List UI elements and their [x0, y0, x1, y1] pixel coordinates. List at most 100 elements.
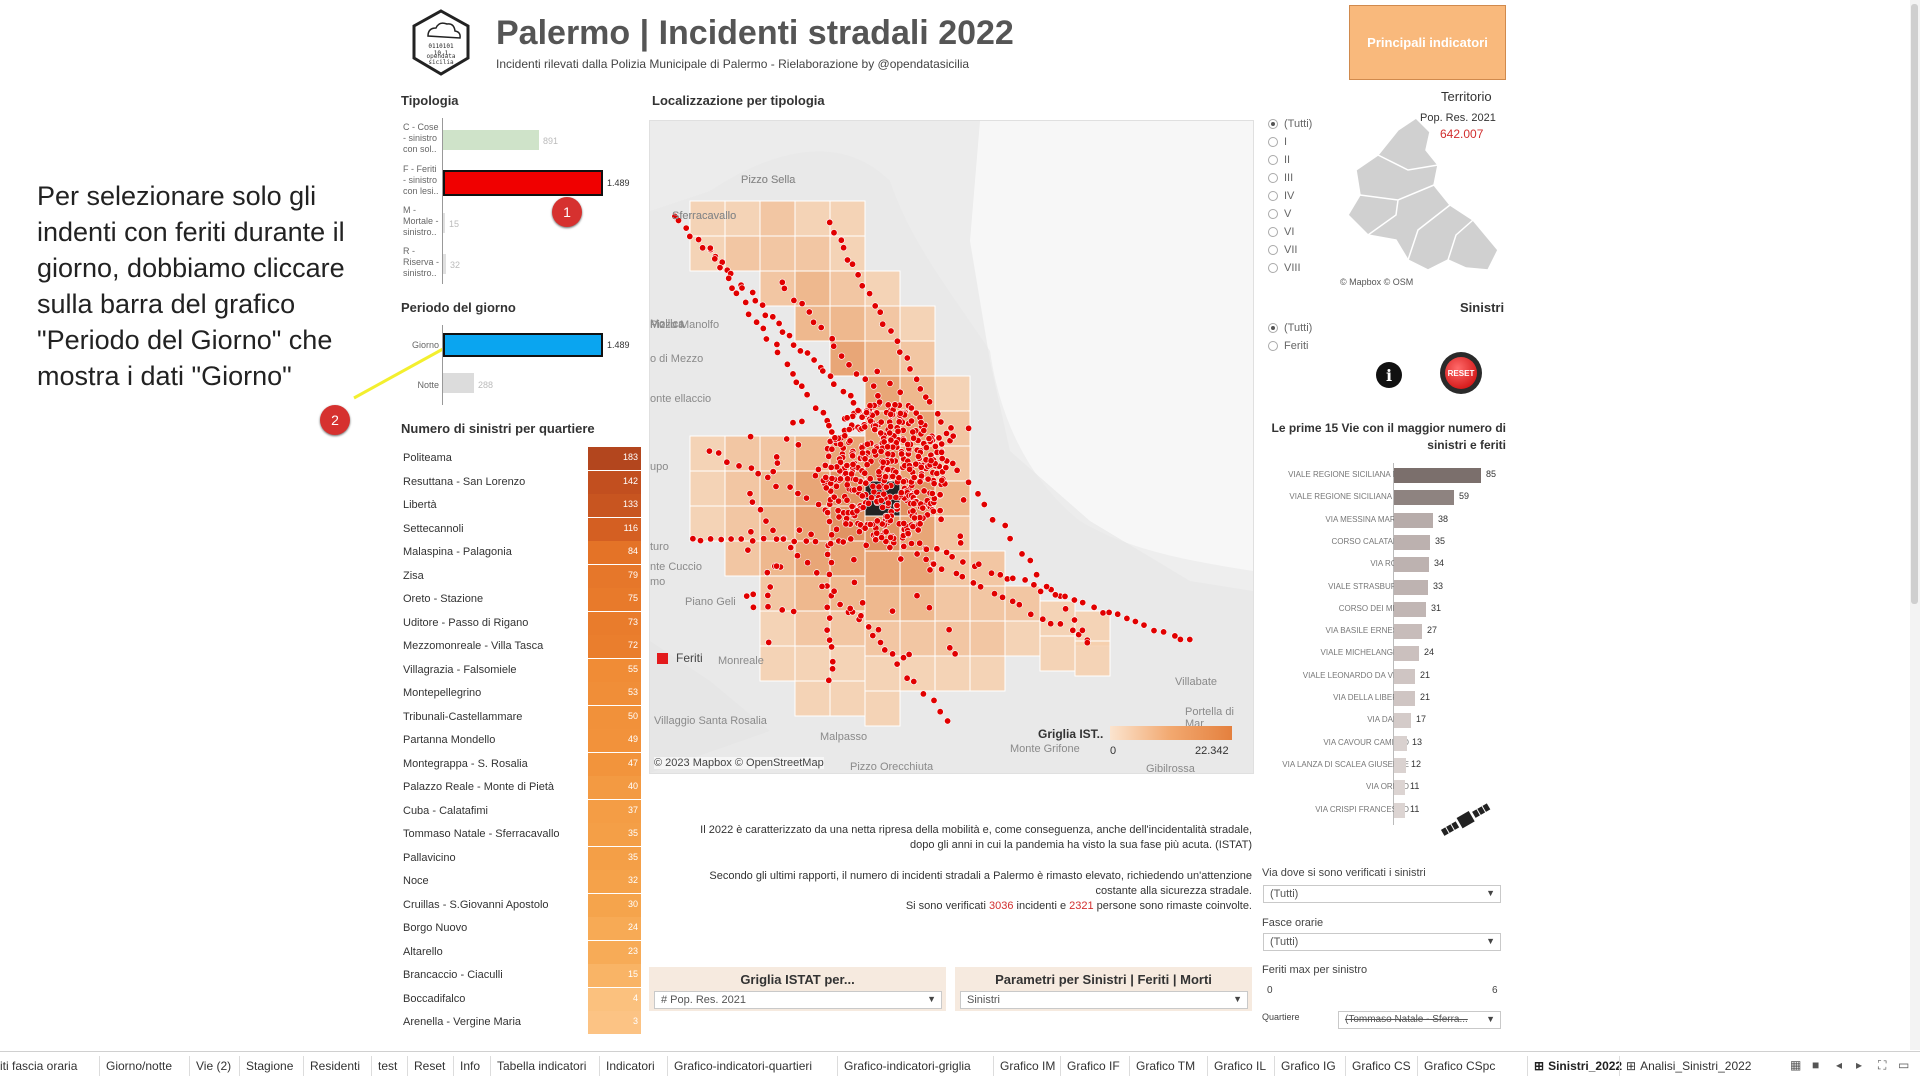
incident-point[interactable]: [794, 489, 802, 497]
incident-point[interactable]: [814, 465, 822, 473]
periodo-bar[interactable]: [443, 333, 603, 357]
istat-grid-cell[interactable]: [864, 340, 901, 377]
incident-point[interactable]: [828, 445, 836, 453]
incident-point[interactable]: [848, 470, 856, 478]
sheet-tab[interactable]: Residenti: [310, 1059, 360, 1073]
incident-point[interactable]: [827, 372, 835, 380]
incident-point[interactable]: [773, 340, 781, 348]
incident-point[interactable]: [862, 541, 870, 549]
incident-point[interactable]: [996, 571, 1004, 579]
quartiere-row[interactable]: Pallavicino 35: [401, 846, 641, 870]
incident-point[interactable]: [949, 432, 957, 440]
incident-point[interactable]: [879, 320, 887, 328]
quartiere-row[interactable]: Altarello 23: [401, 940, 641, 964]
incident-point[interactable]: [884, 450, 892, 458]
incident-point[interactable]: [883, 513, 891, 521]
incident-point[interactable]: [838, 352, 846, 360]
incident-point[interactable]: [790, 341, 798, 349]
incident-point[interactable]: [1186, 635, 1194, 643]
sheet-tab[interactable]: Grafico-indicatori-quartieri: [674, 1059, 812, 1073]
incident-point[interactable]: [886, 379, 894, 387]
incident-point[interactable]: [889, 607, 897, 615]
incident-point[interactable]: [848, 502, 856, 510]
incident-map[interactable]: Pizzo Sella Sferracavallo Mollica Mollic…: [649, 120, 1254, 774]
incident-point[interactable]: [854, 406, 862, 414]
quartiere-row[interactable]: Resuttana - San Lorenzo 142: [401, 470, 641, 494]
sinistri-option[interactable]: (Tutti): [1268, 322, 1312, 334]
incident-point[interactable]: [849, 452, 857, 460]
incident-point[interactable]: [795, 526, 803, 534]
istat-grid-cell[interactable]: [829, 540, 866, 577]
incident-point[interactable]: [956, 532, 964, 540]
quartiere-row[interactable]: Libertà 133: [401, 494, 641, 517]
incident-point[interactable]: [894, 427, 902, 435]
incident-point[interactable]: [682, 224, 690, 232]
incident-point[interactable]: [1123, 614, 1131, 622]
incident-point[interactable]: [749, 590, 757, 598]
incident-point[interactable]: [1056, 620, 1064, 628]
incident-point[interactable]: [869, 482, 877, 490]
incident-point[interactable]: [855, 528, 863, 536]
incident-point[interactable]: [958, 573, 966, 581]
sheet-tab[interactable]: Grafico CS: [1352, 1059, 1411, 1073]
indicators-button[interactable]: Principali indicatori: [1349, 5, 1506, 80]
incident-point[interactable]: [889, 472, 897, 480]
incident-point[interactable]: [846, 437, 854, 445]
vie-bar[interactable]: [1394, 646, 1419, 662]
incident-point[interactable]: [774, 348, 782, 356]
incident-point[interactable]: [893, 501, 901, 509]
incident-point[interactable]: [749, 289, 757, 297]
incident-point[interactable]: [969, 579, 977, 587]
incident-point[interactable]: [887, 423, 895, 431]
incident-point[interactable]: [839, 538, 847, 546]
incident-point[interactable]: [786, 332, 794, 340]
incident-point[interactable]: [764, 591, 772, 599]
incident-point[interactable]: [747, 433, 755, 441]
incident-point[interactable]: [1140, 621, 1148, 629]
incident-point[interactable]: [938, 455, 946, 463]
incident-point[interactable]: [823, 603, 831, 611]
incident-point[interactable]: [843, 461, 851, 469]
istat-grid-cell[interactable]: [794, 680, 831, 717]
quartiere-row[interactable]: Brancaccio - Ciaculli 15: [401, 964, 641, 987]
incident-point[interactable]: [947, 424, 955, 432]
incident-point[interactable]: [910, 473, 918, 481]
incident-point[interactable]: [779, 328, 787, 336]
incident-point[interactable]: [863, 461, 871, 469]
vie-bar[interactable]: [1394, 534, 1430, 550]
incident-point[interactable]: [898, 450, 906, 458]
incident-point[interactable]: [789, 419, 797, 427]
vie-row[interactable]: VIA ROMA 34: [1267, 554, 1507, 576]
incident-point[interactable]: [783, 435, 791, 443]
incident-point[interactable]: [896, 388, 904, 396]
incident-point[interactable]: [906, 465, 914, 473]
incident-point[interactable]: [743, 592, 751, 600]
incident-point[interactable]: [738, 284, 746, 292]
reset-button[interactable]: RESET: [1440, 352, 1482, 394]
vie-row[interactable]: VIA LANZA DI SCALEA GIUSEPPE 12: [1267, 755, 1507, 777]
incident-point[interactable]: [945, 626, 953, 634]
incident-point[interactable]: [769, 313, 777, 321]
incident-point[interactable]: [821, 461, 829, 469]
incident-point[interactable]: [1069, 626, 1077, 634]
incident-point[interactable]: [922, 444, 930, 452]
istat-grid-cell[interactable]: [864, 655, 901, 692]
incident-point[interactable]: [930, 560, 938, 568]
incident-point[interactable]: [748, 498, 756, 506]
incident-point[interactable]: [1160, 628, 1168, 636]
istat-grid-cell[interactable]: [899, 585, 936, 622]
incident-point[interactable]: [789, 370, 797, 378]
incident-point[interactable]: [761, 311, 769, 319]
istat-grid-cell[interactable]: [759, 200, 796, 237]
incident-point[interactable]: [812, 404, 820, 412]
incident-point[interactable]: [975, 560, 983, 568]
incident-point[interactable]: [1018, 550, 1026, 558]
quartiere-row[interactable]: Settecannoli 116: [401, 517, 641, 541]
incident-point[interactable]: [859, 503, 867, 511]
incident-point[interactable]: [964, 478, 972, 486]
incident-point[interactable]: [1105, 608, 1113, 616]
incident-point[interactable]: [769, 468, 777, 476]
incident-point[interactable]: [843, 481, 851, 489]
sheet-tab[interactable]: Grafico CSpc: [1424, 1059, 1495, 1073]
incident-point[interactable]: [858, 492, 866, 500]
